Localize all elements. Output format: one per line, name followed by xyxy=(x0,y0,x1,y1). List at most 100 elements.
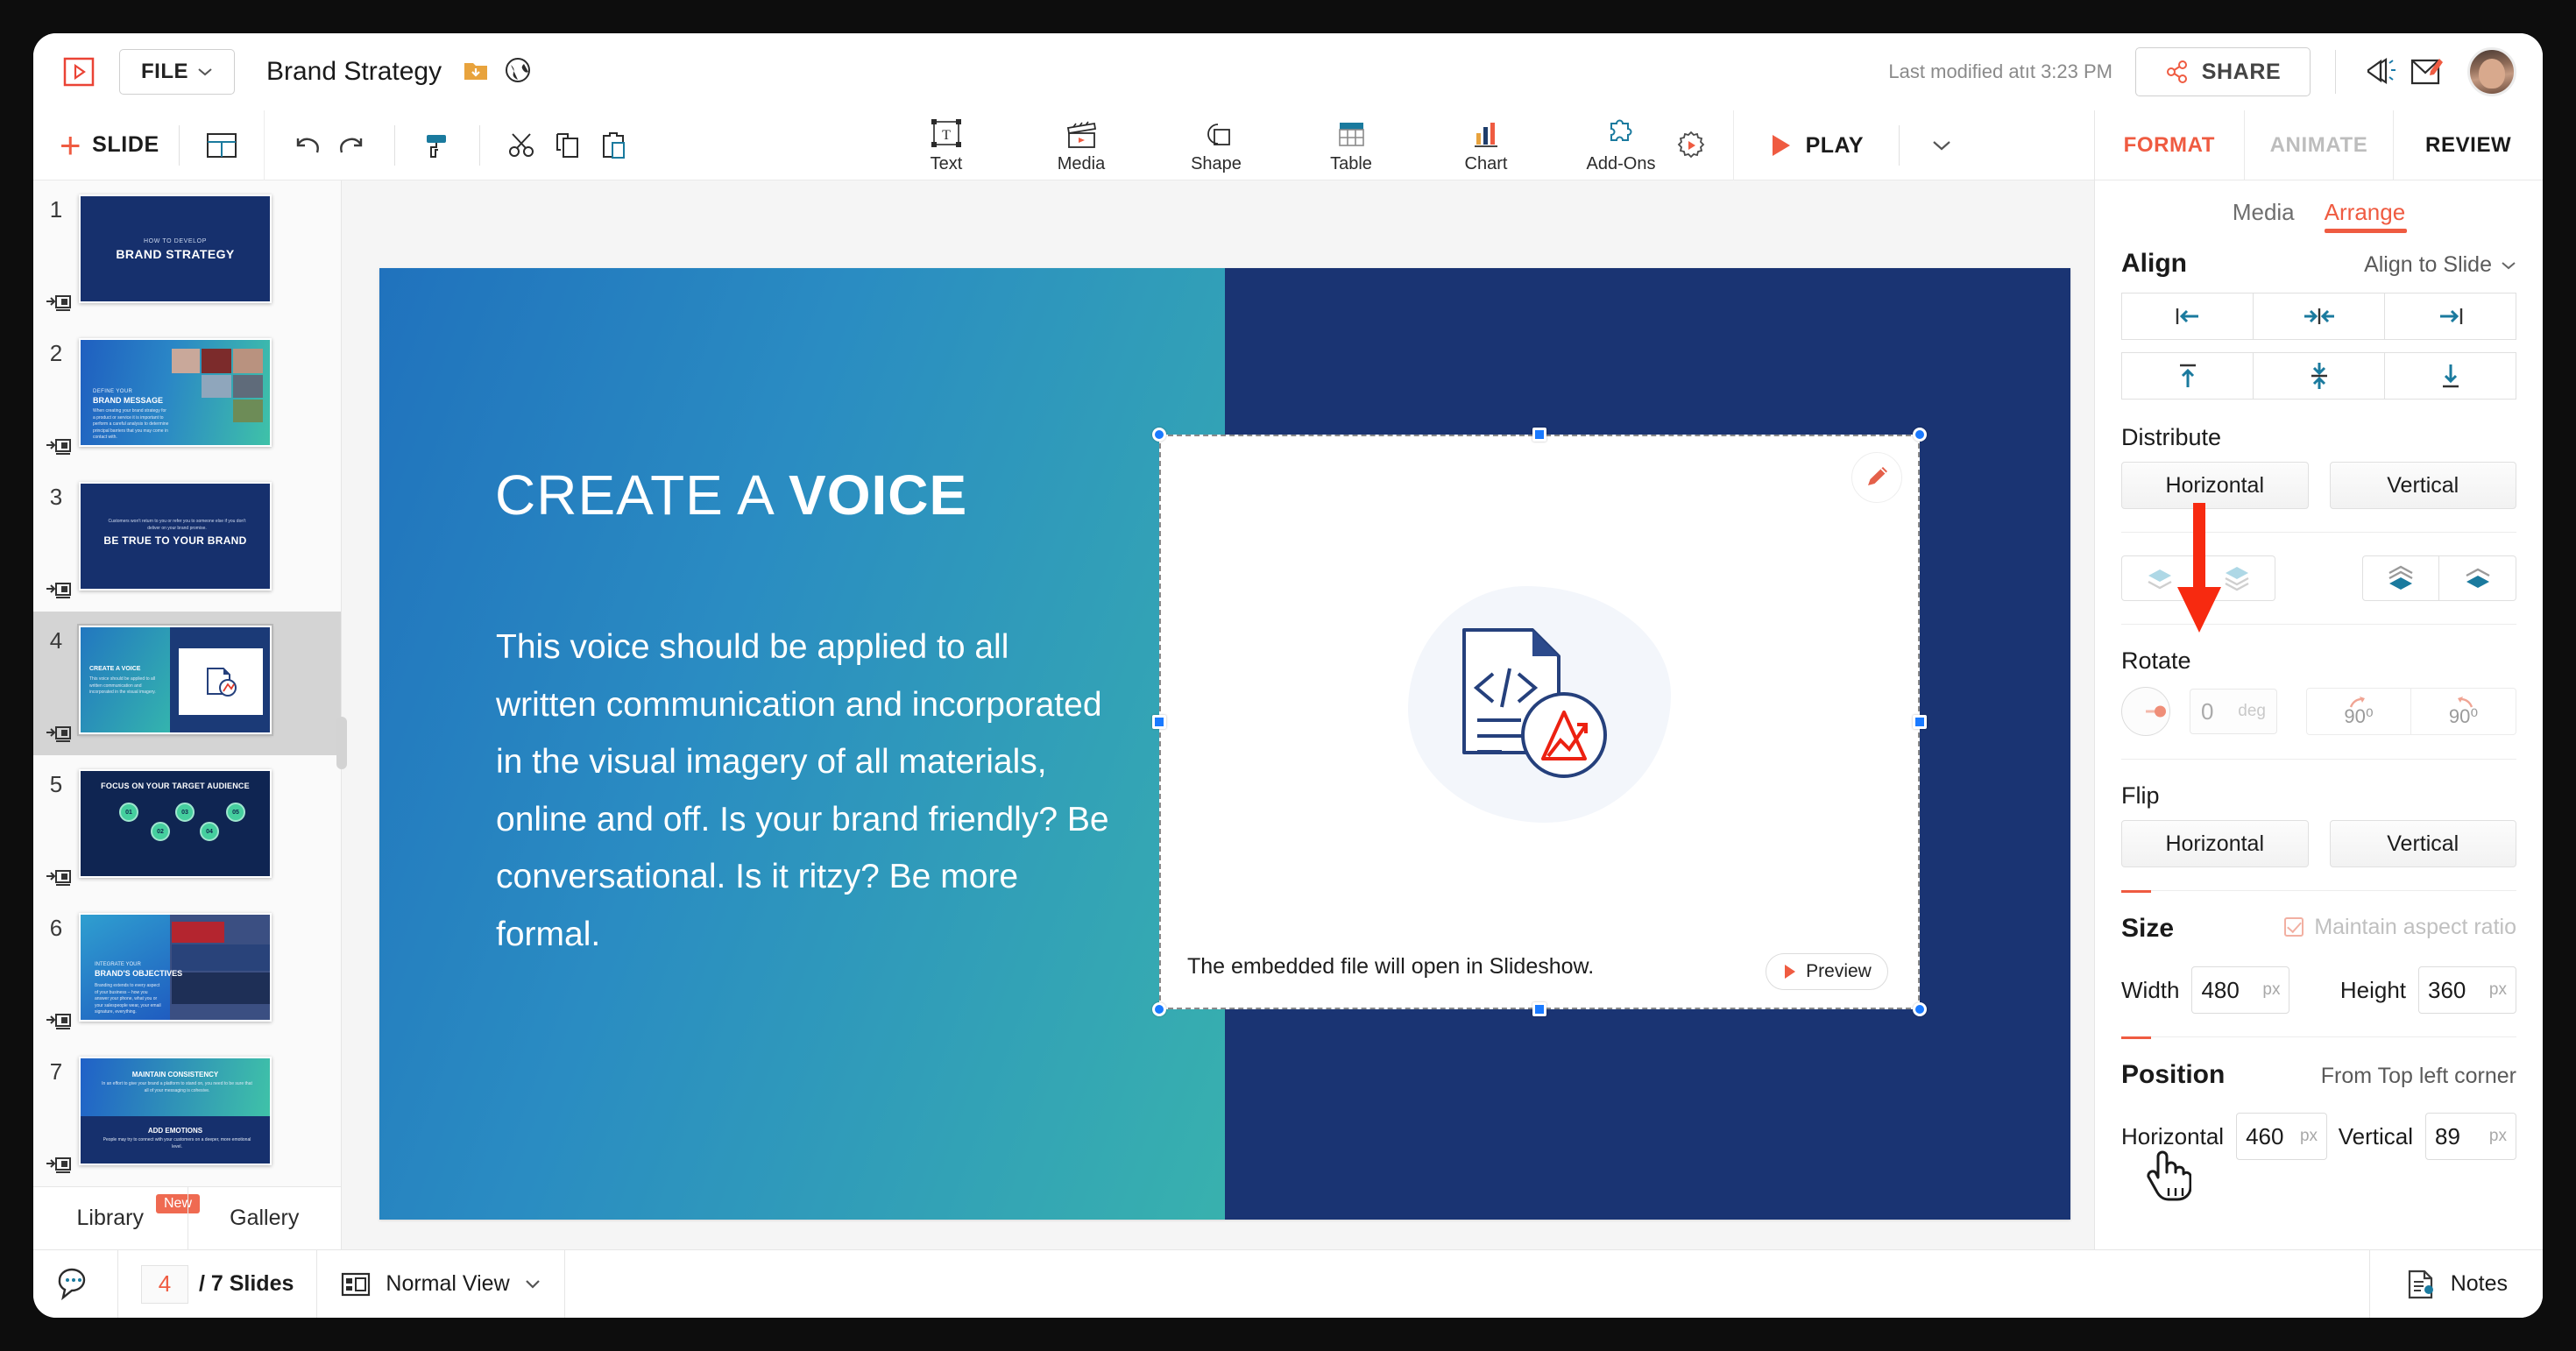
feedback-edit-icon[interactable] xyxy=(2404,50,2448,94)
insert-text-button[interactable]: T Text xyxy=(901,117,992,174)
slide-thumbnail-list[interactable]: 1 HOW TO DEVELOP BRAND STRATEGY 2 xyxy=(33,180,341,1186)
chevron-down-icon xyxy=(524,1278,541,1290)
selection-handle-bottom-right[interactable] xyxy=(1913,1002,1927,1016)
slide-transition-icon[interactable] xyxy=(46,1153,72,1176)
thumbnail-image[interactable]: FOCUS ON YOUR TARGET AUDIENCE 01 02 03 0… xyxy=(79,769,272,878)
height-input[interactable]: 360 px xyxy=(2418,966,2516,1014)
selection-handle-top-center[interactable] xyxy=(1532,428,1546,442)
flip-vertical-button[interactable]: Vertical xyxy=(2330,820,2517,867)
insert-addons-button[interactable]: Add-Ons xyxy=(1575,117,1667,174)
slide-thumbnail-7[interactable]: 7 MAINTAIN CONSISTENCY In an effort to g… xyxy=(33,1043,341,1186)
document-title[interactable]: Brand Strategy xyxy=(266,57,442,87)
slide-thumbnail-3[interactable]: 3 Customers won't return to you or refer… xyxy=(33,468,341,612)
globe-icon[interactable] xyxy=(505,57,531,88)
slide-thumbnail-5[interactable]: 5 FOCUS ON YOUR TARGET AUDIENCE 01 02 03… xyxy=(33,755,341,899)
gear-play-icon[interactable] xyxy=(1668,123,1714,168)
slide-editor[interactable]: CREATE A VOICE This voice should be appl… xyxy=(379,268,2070,1220)
embedded-file-object[interactable]: The embedded file will open in Slideshow… xyxy=(1159,435,1920,1009)
insert-shape-button[interactable]: Shape xyxy=(1171,117,1262,174)
align-center-horizontal-button[interactable] xyxy=(2254,293,2385,340)
thumbnail-image[interactable]: MAINTAIN CONSISTENCY In an effort to giv… xyxy=(79,1057,272,1165)
bring-forward-button[interactable] xyxy=(2439,555,2516,601)
align-top-button[interactable] xyxy=(2121,352,2254,400)
distribute-vertical-button[interactable]: Vertical xyxy=(2330,462,2517,509)
tab-review[interactable]: REVIEW xyxy=(2394,110,2543,180)
rotate-cw-label: 90⁰ xyxy=(2344,705,2373,728)
width-input[interactable]: 480 px xyxy=(2191,966,2289,1014)
slide-transition-icon[interactable] xyxy=(46,722,72,745)
user-avatar[interactable] xyxy=(2467,47,2516,96)
undo-icon[interactable] xyxy=(284,123,329,168)
slide-number: 6 xyxy=(33,913,79,942)
align-mode-dropdown[interactable]: Align to Slide xyxy=(2364,252,2516,278)
subtab-arrange[interactable]: Arrange xyxy=(2325,199,2406,231)
insert-chart-button[interactable]: Chart xyxy=(1440,117,1532,174)
redo-icon[interactable] xyxy=(329,123,375,168)
align-bottom-button[interactable] xyxy=(2385,352,2516,400)
thumbnail-image[interactable]: DEFINE YOUR BRAND MESSAGE When creating … xyxy=(79,338,272,447)
tab-gallery[interactable]: Gallery xyxy=(188,1187,342,1249)
subtab-media[interactable]: Media xyxy=(2233,199,2295,231)
copy-icon[interactable] xyxy=(545,123,591,168)
selection-handle-bottom-center[interactable] xyxy=(1532,1002,1546,1016)
paint-roller-icon[interactable] xyxy=(414,123,460,168)
slide-canvas-area[interactable]: CREATE A VOICE This voice should be appl… xyxy=(342,180,2094,1249)
tab-library[interactable]: Library New xyxy=(33,1187,188,1249)
slide-thumbnail-2[interactable]: 2 DEFINE YOUR BRAND MESSAGE When creatin… xyxy=(33,324,341,468)
thumbnail-image[interactable]: CREATE A VOICE This voice should be appl… xyxy=(79,626,272,734)
position-horizontal-input[interactable]: 460 px xyxy=(2236,1113,2327,1160)
align-middle-vertical-button[interactable] xyxy=(2254,352,2385,400)
slide-transition-icon[interactable] xyxy=(46,866,72,888)
slide-transition-icon[interactable] xyxy=(46,578,72,601)
rotate-degrees-input[interactable]: 0 deg xyxy=(2190,689,2277,734)
add-slide-button[interactable]: + SLIDE xyxy=(60,131,159,160)
align-right-button[interactable] xyxy=(2385,293,2516,340)
slide-body-textbox[interactable]: This voice should be applied to all writ… xyxy=(496,619,1109,963)
current-slide-input[interactable]: 4 xyxy=(141,1265,188,1304)
insert-media-button[interactable]: Media xyxy=(1036,117,1127,174)
thumbnail-image[interactable]: HOW TO DEVELOP BRAND STRATEGY xyxy=(79,195,272,303)
folder-move-icon[interactable] xyxy=(463,58,489,87)
maintain-aspect-ratio-checkbox[interactable]: Maintain aspect ratio xyxy=(2284,915,2516,940)
slide-thumbnail-6[interactable]: 6 INTEGRATE YOUR BRAND'S OBJECTIVES Bran… xyxy=(33,899,341,1043)
panel-splitter-handle[interactable] xyxy=(336,717,347,769)
slide-layout-icon[interactable] xyxy=(199,123,244,168)
share-button[interactable]: SHARE xyxy=(2135,47,2311,96)
file-menu-button[interactable]: FILE xyxy=(119,49,235,95)
selection-handle-bottom-left[interactable] xyxy=(1152,1002,1166,1016)
view-mode-selector[interactable]: Normal View xyxy=(317,1250,563,1318)
play-button[interactable]: PLAY xyxy=(1753,132,1879,159)
tab-format[interactable]: FORMAT xyxy=(2095,110,2244,180)
scissors-icon[interactable] xyxy=(499,123,545,168)
align-left-button[interactable] xyxy=(2121,293,2254,340)
rotate-dial[interactable] xyxy=(2121,687,2170,736)
tab-animate[interactable]: ANIMATE xyxy=(2244,110,2395,180)
selection-handle-middle-left[interactable] xyxy=(1152,715,1166,729)
slide-transition-icon[interactable] xyxy=(46,291,72,314)
distribute-horizontal-button[interactable]: Horizontal xyxy=(2121,462,2309,509)
position-vertical-input[interactable]: 89 px xyxy=(2425,1113,2516,1160)
thumbnail-image[interactable]: INTEGRATE YOUR BRAND'S OBJECTIVES Brandi… xyxy=(79,913,272,1022)
megaphone-icon[interactable] xyxy=(2360,50,2404,94)
selection-handle-top-left[interactable] xyxy=(1152,428,1166,442)
insert-table-button[interactable]: Table xyxy=(1306,117,1397,174)
comment-button[interactable] xyxy=(33,1250,117,1318)
flip-horizontal-button[interactable]: Horizontal xyxy=(2121,820,2309,867)
notes-button[interactable]: Notes xyxy=(2369,1250,2543,1318)
slide-thumbnail-4[interactable]: 4 CREATE A VOICE This voice should be ap… xyxy=(33,612,341,755)
bring-to-front-button[interactable] xyxy=(2362,555,2439,601)
edit-embed-button[interactable] xyxy=(1851,452,1902,503)
selection-handle-top-right[interactable] xyxy=(1913,428,1927,442)
selection-handle-middle-right[interactable] xyxy=(1913,715,1927,729)
rotate-counterclockwise-button[interactable]: 90⁰ xyxy=(2411,688,2516,735)
slide-transition-icon[interactable] xyxy=(46,435,72,457)
preview-button[interactable]: Preview xyxy=(1766,953,1888,990)
slide-title-textbox[interactable]: CREATE A VOICE xyxy=(495,463,967,527)
app-logo-icon[interactable] xyxy=(58,53,100,91)
paste-icon[interactable] xyxy=(591,123,636,168)
slide-transition-icon[interactable] xyxy=(46,1009,72,1032)
thumbnail-image[interactable]: Customers won't return to you or refer y… xyxy=(79,482,272,591)
rotate-clockwise-button[interactable]: 90⁰ xyxy=(2306,688,2411,735)
slide-thumbnail-1[interactable]: 1 HOW TO DEVELOP BRAND STRATEGY xyxy=(33,180,341,324)
play-dropdown-chevron-down-icon[interactable] xyxy=(1919,123,1964,168)
